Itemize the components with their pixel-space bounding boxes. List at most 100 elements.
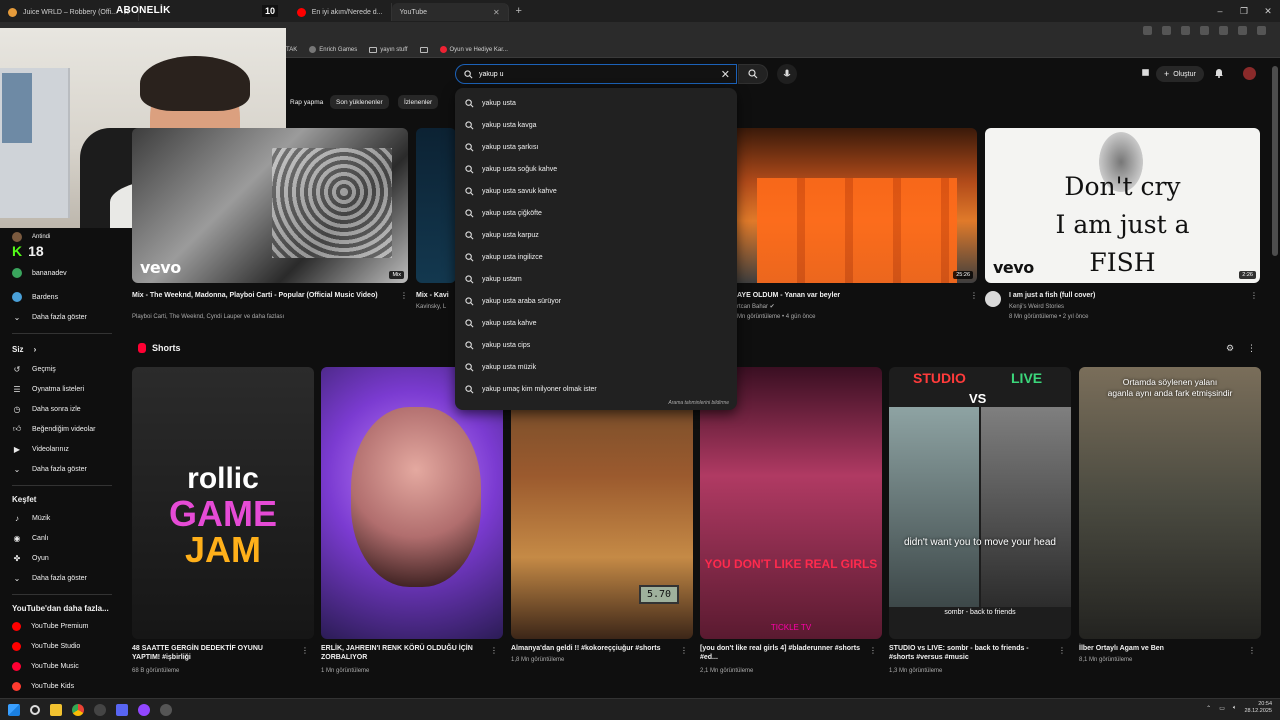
browser-tab-2[interactable]: En iyi akım/Nerede d...	[289, 3, 392, 21]
chip-rap[interactable]: Rap yapma	[284, 95, 329, 109]
clear-search-icon[interactable]: ✕	[721, 68, 730, 81]
close-window-icon[interactable]: ✕	[1256, 0, 1280, 22]
taskbar-clock[interactable]: 20:54 28.12.2025	[1244, 701, 1272, 715]
video-thumbnail[interactable]: vevo Mix	[132, 128, 408, 283]
guide-item-kids[interactable]: YouTube Kids	[12, 680, 74, 692]
short-title[interactable]: STUDIO vs LIVE: sombr - back to friends …	[889, 644, 1049, 662]
menu-icon[interactable]	[1257, 26, 1266, 35]
new-tab-icon[interactable]: +	[509, 5, 529, 17]
extension-puzzle-icon[interactable]	[1140, 67, 1151, 78]
star-icon[interactable]	[1162, 26, 1171, 35]
video-thumbnail[interactable]	[416, 128, 456, 283]
guide-item-studio[interactable]: YouTube Studio	[12, 640, 80, 652]
volume-icon[interactable]: 🔈︎	[1233, 705, 1237, 712]
voice-search-button[interactable]	[777, 64, 797, 84]
search-suggestion[interactable]: yakup usta şarkısı	[455, 136, 737, 158]
bookmark-folder[interactable]: yayın stuff	[369, 46, 408, 53]
more-actions-icon[interactable]: ⋮	[490, 646, 498, 655]
guide-item-music-app[interactable]: YouTube Music	[12, 660, 79, 672]
short-thumbnail[interactable]: Ortamda söylenen yalanı aganla aynı anda…	[1079, 367, 1261, 639]
file-explorer-icon[interactable]	[50, 703, 62, 716]
short-title[interactable]: [you don't like real girls 4] #bladerunn…	[700, 644, 860, 662]
search-suggestion[interactable]: yakup usta cips	[455, 334, 737, 356]
guide-show-more[interactable]: ⌄ Daha fazla göster	[12, 572, 87, 584]
more-actions-icon[interactable]: ⋮	[970, 291, 978, 300]
account-avatar[interactable]	[1243, 67, 1256, 80]
network-icon[interactable]: ▭	[1219, 705, 1225, 712]
guide-you-header[interactable]: Siz ›	[12, 343, 36, 355]
more-actions-icon[interactable]: ⋮	[1250, 291, 1258, 300]
shorts-settings-icon[interactable]: ⚙	[1226, 343, 1234, 354]
bookmark-folder[interactable]	[419, 46, 428, 53]
video-thumbnail[interactable]: 25:26	[737, 128, 977, 283]
page-scrollbar[interactable]	[1272, 66, 1278, 256]
short-thumbnail[interactable]: rollic GAME JAM	[132, 367, 314, 639]
search-button[interactable]	[738, 64, 768, 84]
tab-close-icon[interactable]: ✕	[493, 8, 500, 17]
guide-item-live[interactable]: ◉ Canlı	[12, 532, 49, 544]
bookmark-item[interactable]: TAK	[286, 47, 297, 53]
search-suggestion[interactable]: yakup usta ingilizce	[455, 246, 737, 268]
taskbar-search-icon[interactable]	[30, 704, 40, 715]
search-suggestion[interactable]: yakup usta	[455, 92, 737, 114]
guide-item-watch-later[interactable]: ◷ Daha sonra izle	[12, 403, 81, 415]
search-suggestion[interactable]: yakup ustam	[455, 268, 737, 290]
more-actions-icon[interactable]: ⋮	[301, 646, 309, 655]
minimize-icon[interactable]: –	[1208, 0, 1232, 22]
search-suggestion[interactable]: yakup usta soğuk kahve	[455, 158, 737, 180]
guide-subscription-item[interactable]: Bardens	[12, 291, 58, 303]
video-title[interactable]: AYE OLDUM - Yanan var beyler	[737, 291, 967, 300]
bookmark-item[interactable]: Oyun ve Hediye Kar...	[439, 46, 508, 53]
guide-show-more[interactable]: ⌄ Daha fazla göster	[12, 311, 87, 323]
more-actions-icon[interactable]: ⋮	[680, 646, 688, 655]
guide-item-music[interactable]: ♪ Müzik	[12, 512, 50, 524]
guide-item-gaming[interactable]: ✤ Oyun	[12, 552, 49, 564]
extension-icon[interactable]	[1200, 26, 1209, 35]
search-suggestion[interactable]: yakup usta savuk kahve	[455, 180, 737, 202]
create-button[interactable]: + Oluştur	[1156, 66, 1204, 82]
more-actions-icon[interactable]: ⋮	[869, 646, 877, 655]
tray-chevron-icon[interactable]: ⌃	[1206, 705, 1211, 712]
more-actions-icon[interactable]: ⋮	[1058, 646, 1066, 655]
guide-item-playlists[interactable]: ☰ Oynatma listeleri	[12, 383, 84, 395]
extension-icon[interactable]	[1219, 26, 1228, 35]
video-title[interactable]: I am just a fish (full cover)	[1009, 291, 1239, 300]
guide-item-history[interactable]: ↺ Geçmiş	[12, 363, 56, 375]
more-actions-icon[interactable]: ⋮	[400, 291, 408, 300]
video-thumbnail[interactable]: Don't cry I am just a FISH vevo 2:26	[985, 128, 1260, 283]
guide-subscription-item[interactable]: Antindi	[12, 231, 50, 243]
extension-icon[interactable]	[1181, 26, 1190, 35]
short-title[interactable]: 48 SAATTE GERGİN DEDEKTİF OYUNU YAPTIM! …	[132, 644, 292, 662]
app-icon[interactable]	[160, 703, 172, 716]
profile-icon[interactable]	[1238, 26, 1247, 35]
chrome-icon[interactable]	[72, 703, 84, 716]
guide-item-liked[interactable]: 👍︎ Beğendiğim videolar	[12, 423, 96, 435]
search-suggestion[interactable]: yakup umaç kim milyoner olmak ister	[455, 378, 737, 400]
maximize-icon[interactable]: ❐	[1232, 0, 1256, 22]
report-suggestions-link[interactable]: Arama tahminlerini bildirme	[668, 400, 729, 406]
chip-recent[interactable]: Son yüklenenler	[330, 95, 389, 109]
search-suggestion[interactable]: yakup usta çiğköfte	[455, 202, 737, 224]
browser-tab-3[interactable]: YouTube ✕	[391, 3, 509, 21]
app-icon[interactable]	[116, 703, 128, 716]
search-suggestion[interactable]: yakup usta kavga	[455, 114, 737, 136]
search-input[interactable]	[479, 70, 699, 78]
short-title[interactable]: Almanya'dan geldi !! #kokoreççiuğur #sho…	[511, 644, 671, 653]
extension-icon[interactable]	[1143, 26, 1152, 35]
short-thumbnail[interactable]: STUDIO VS LIVE didn't want you to move y…	[889, 367, 1071, 639]
video-title[interactable]: Mix - The Weeknd, Madonna, Playboi Carti…	[132, 291, 392, 300]
shorts-more-icon[interactable]: ⋮	[1247, 343, 1256, 354]
search-suggestion[interactable]: yakup usta kahve	[455, 312, 737, 334]
search-box[interactable]: ✕	[455, 64, 737, 84]
search-suggestion[interactable]: yakup usta karpuz	[455, 224, 737, 246]
search-suggestion[interactable]: yakup usta araba sürüyor	[455, 290, 737, 312]
app-icon[interactable]	[138, 703, 150, 716]
bookmark-item[interactable]: Enrich Games	[309, 46, 357, 53]
search-suggestion[interactable]: yakup usta müzik	[455, 356, 737, 378]
more-actions-icon[interactable]: ⋮	[1248, 646, 1256, 655]
guide-item-premium[interactable]: YouTube Premium	[12, 620, 88, 632]
short-title[interactable]: İlber Ortaylı Agam ve Ben	[1079, 644, 1239, 653]
obs-icon[interactable]	[94, 703, 106, 716]
guide-show-more[interactable]: ⌄ Daha fazla göster	[12, 463, 87, 475]
video-title[interactable]: Mix - Kavi	[416, 291, 456, 300]
